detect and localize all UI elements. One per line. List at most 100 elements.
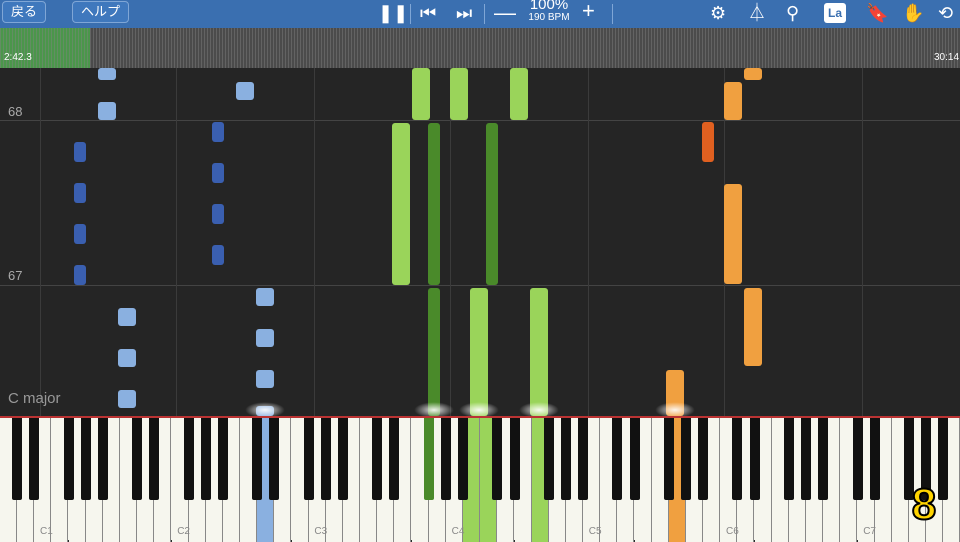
octave-label: C3 — [314, 526, 328, 537]
black-key[interactable] — [320, 418, 331, 500]
black-key[interactable] — [63, 418, 74, 500]
note — [428, 288, 440, 416]
note — [744, 68, 762, 80]
octave-label: C1 — [40, 526, 53, 537]
note — [530, 288, 548, 416]
minus-label: — — [494, 0, 516, 25]
grid-line — [862, 68, 863, 416]
skip-back-icon[interactable]: ⏮ — [420, 2, 436, 24]
black-key[interactable] — [818, 418, 829, 500]
tempo-bpm: 190 BPM — [528, 12, 570, 23]
help-button[interactable]: ヘルプ — [72, 1, 130, 23]
hit-glow — [414, 402, 454, 416]
measure-label: 68 — [8, 104, 23, 119]
octave-label: C4 — [451, 526, 465, 537]
black-key[interactable] — [80, 418, 91, 500]
black-key[interactable] — [492, 418, 503, 500]
black-key[interactable] — [681, 418, 691, 500]
black-key[interactable] — [252, 418, 263, 500]
measure-label: 67 — [8, 268, 23, 283]
pause-icon[interactable]: ❚❚ — [378, 2, 408, 24]
black-key[interactable] — [200, 418, 211, 500]
skip-forward-icon[interactable]: ⏭ — [456, 2, 472, 24]
bar-line — [0, 285, 960, 286]
note — [98, 68, 116, 80]
black-key[interactable] — [440, 418, 451, 500]
hit-glow — [519, 402, 559, 416]
label-toggle-button[interactable]: La — [824, 3, 846, 23]
piano-keyboard[interactable]: C1 C2 C3 C4 C5 C6 C7 — [0, 416, 960, 542]
note — [392, 123, 410, 285]
black-key[interactable] — [543, 418, 554, 500]
loop-icon[interactable]: ⟲ — [938, 2, 953, 24]
gear-icon[interactable]: ⚙ — [710, 2, 726, 24]
black-key[interactable] — [801, 418, 812, 500]
black-key[interactable] — [269, 418, 280, 500]
timeline[interactable]: 2:42.3 30:14 — [0, 28, 960, 68]
hit-glow — [245, 402, 285, 416]
note — [212, 163, 224, 183]
black-key[interactable] — [303, 418, 314, 500]
note — [450, 68, 468, 120]
black-key[interactable] — [629, 418, 640, 500]
black-key[interactable] — [783, 418, 794, 500]
black-key[interactable] — [509, 418, 520, 500]
note — [724, 184, 742, 284]
note — [256, 370, 274, 388]
black-key[interactable] — [612, 418, 623, 500]
black-key[interactable] — [560, 418, 571, 500]
black-key[interactable] — [698, 418, 709, 500]
metronome-icon[interactable]: ⏃ — [748, 2, 766, 24]
black-key[interactable] — [578, 418, 589, 500]
black-key[interactable] — [217, 418, 228, 500]
hit-glow — [655, 402, 695, 416]
separator — [612, 4, 613, 24]
note — [412, 68, 430, 120]
black-key[interactable] — [338, 418, 348, 500]
black-key[interactable] — [389, 418, 400, 500]
note — [74, 224, 86, 244]
note — [74, 183, 86, 203]
black-key[interactable] — [423, 418, 434, 500]
timeline-waveform — [0, 28, 960, 68]
note — [510, 68, 528, 120]
bookmark-icon[interactable]: 🔖 — [866, 2, 888, 24]
hand-icon[interactable]: ✋ — [902, 2, 924, 24]
hit-glow — [459, 402, 499, 416]
note — [256, 288, 274, 306]
black-key[interactable] — [749, 418, 760, 500]
tempo-minus-button[interactable]: — — [494, 2, 516, 24]
total-time: 30:14 — [934, 52, 960, 63]
octave-label: C7 — [863, 526, 876, 537]
search-icon[interactable]: ⚲ — [786, 2, 799, 24]
black-key[interactable] — [183, 418, 194, 500]
black-key[interactable] — [97, 418, 108, 500]
note — [428, 123, 440, 285]
black-key[interactable] — [458, 418, 469, 500]
separator — [484, 4, 485, 24]
note — [74, 265, 86, 285]
tempo-plus-button[interactable]: + — [582, 0, 595, 22]
black-key[interactable] — [149, 418, 160, 500]
plus-label: + — [582, 0, 595, 23]
black-key[interactable] — [12, 418, 23, 500]
black-key[interactable] — [852, 418, 863, 500]
octave-label: C2 — [177, 526, 190, 537]
octave-label: C5 — [588, 526, 602, 537]
black-key[interactable] — [29, 418, 40, 500]
back-label: 戻る — [11, 4, 38, 19]
note — [118, 308, 136, 326]
toolbar: 戻る ヘルプ ❚❚ ⏮ ⏭ — 100% 190 BPM + ⚙ ⏃ ⚲ La … — [0, 0, 960, 28]
note — [236, 82, 254, 100]
black-key[interactable] — [132, 418, 143, 500]
note — [212, 204, 224, 224]
octave-label: C6 — [726, 526, 739, 537]
grid-line — [450, 68, 451, 416]
separator — [410, 4, 411, 24]
black-key[interactable] — [663, 418, 674, 500]
black-key[interactable] — [869, 418, 880, 500]
back-button[interactable]: 戻る — [2, 1, 47, 23]
black-key[interactable] — [372, 418, 383, 500]
note — [256, 329, 274, 347]
black-key[interactable] — [732, 418, 743, 500]
